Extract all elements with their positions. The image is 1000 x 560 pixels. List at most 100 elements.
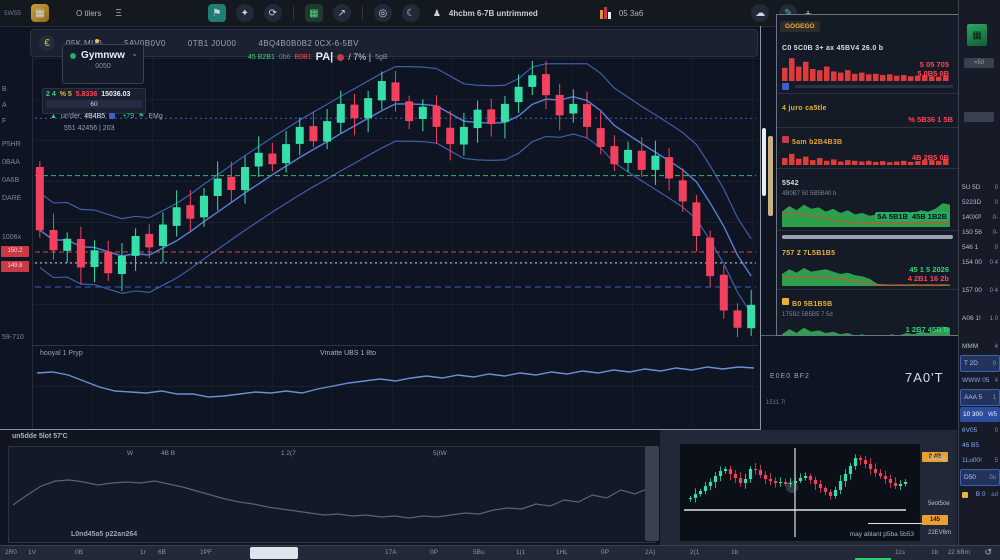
history-icon[interactable]: ↺ [984,547,992,558]
timeline-tick: 1b [931,549,938,556]
timeline-tick: 2(1 [690,549,699,556]
mini-chart-footer: may ablant p5ba 5b53 [850,531,914,538]
symbol-selector[interactable]: Gymnww 0050 ⌄ [62,44,144,84]
mini-body [809,476,812,480]
gutter-label: PO6tig [928,456,946,462]
mini-body [764,475,767,479]
watchlist-card[interactable]: B0 5B1B5B1T5B2 5B5B5 7 5d1 2B7 45B B4 5B… [777,290,958,336]
quote-value: 2 4 [46,91,56,98]
timeline-tick: 11s [895,549,905,556]
ladder-row[interactable]: 1Lu00!5 [959,453,1000,468]
instrument-icon [782,136,789,143]
cloud-icon[interactable]: ☁ [751,4,769,22]
ladder-label: 157 00 [962,287,982,294]
instrument-caption: 1T5B2 5B5B5 7 5d [782,312,953,318]
flag-icon[interactable]: ⚑ [208,4,226,22]
trend-arrow-icon[interactable]: ↗ [333,4,351,22]
ladder-value: 0 4 [990,260,998,266]
card-title-row: C0 5C0B 3+ ax 45BV4 26.0 b [782,37,953,55]
mini-body [844,474,847,481]
mini-candle-chart[interactable]: may ablant p5ba 5b53 [680,444,920,541]
globe-icon[interactable]: ◎ [374,4,392,22]
ladder-row[interactable]: 5223D0 [959,195,1000,210]
mini-body [889,479,892,483]
menu-item-2[interactable]: 0TB1 J0U00 [188,39,236,48]
mini-body [724,469,727,471]
bottom-line-chart[interactable]: W4B B1 2(75(tWL0nd45a5 p22an264 [8,446,656,543]
ladder-row[interactable]: B 0ad [959,487,1000,502]
buy-tile-icon[interactable]: ▦ [967,24,987,46]
app-logo-icon[interactable]: ▦ [31,4,49,22]
sidebar-scrollbar[interactable] [762,128,766,196]
indicator-change: +79 [122,113,134,120]
broker-logo-icon[interactable]: € [39,35,55,51]
scrollbar-thumb[interactable] [250,547,298,559]
spark-bar [824,67,830,81]
ladder-row[interactable]: 154 000 4 [959,255,1000,270]
bottom-indicator-panel: un5dde 5lot 57'C W4B B1 2(75(tWL0nd45a5 … [0,430,660,545]
chevron-down-icon[interactable]: ⌄ [131,49,138,58]
watchlist-card[interactable]: 757 2 7L5B1B545 1 5 20264 2B1 16 2b [777,231,958,290]
card-slider-bar[interactable] [782,235,953,239]
candle-body [610,146,618,164]
ladder-row[interactable]: D500u [960,469,1000,486]
ladder-row[interactable]: WWW 054 [959,373,1000,388]
candle-body [392,82,400,101]
spark-bar [803,62,809,81]
watchlist-card[interactable]: 55424B0B7 50 5B5B40 b5A 5B1B45B 1B2B [777,169,958,231]
watchlist-card[interactable]: 4 juro ca5tle% 5B36 1 5B [777,94,958,128]
ladder-row[interactable]: 10 300W5 [960,407,1000,422]
menu-icon[interactable]: Ξ [115,8,122,19]
market-open-dot [70,53,76,59]
panel-resize-handle[interactable] [645,446,659,541]
ladder-row[interactable]: 546 10 [959,240,1000,255]
watchlist-card[interactable]: C0 5C0B 3+ ax 45BV4 26.0 b5 05 7055 0B5 … [777,34,958,94]
spark-bar [810,160,816,165]
sparkline: 5A 5B1B45B 1B2B [782,199,953,227]
ladder-row[interactable]: 46 B5 [959,438,1000,453]
candle-body [77,239,85,267]
candles-icon[interactable] [600,7,611,19]
ladder-row[interactable]: 140XP0- [959,210,1000,225]
ladder-row[interactable]: T 2D0 [960,355,1000,372]
sidebar-scrollbar-secondary[interactable] [768,136,773,216]
pane-divider[interactable] [33,345,758,346]
refresh-icon[interactable]: ⟳ [264,4,282,22]
ladder-row[interactable]: A06 1!1 0 [959,311,1000,326]
blue-square-icon[interactable] [109,113,115,119]
timer-label: O tilers [76,9,101,18]
sparkline: 4B 2B5 0B [782,151,953,165]
indicator-legend-1[interactable]: ▲ un'der 4B4B5 +79 ⚑ EMg [50,112,163,120]
ohlc-legend: 45 B2B1 0b6 B0B1 PA| / 7% | 5gB [248,51,388,63]
chart-icon[interactable]: ▦ [305,4,323,22]
ladder-row[interactable]: 5U 5D0 [959,180,1000,195]
status-note: 22 6Bm [948,549,970,556]
watchlist-card[interactable]: 5am b2B4B3B4B 2B5 0B [777,128,958,169]
blue-badge-icon[interactable] [782,83,789,90]
user-pin-icon[interactable]: ♟ [433,8,441,19]
watchlist-tab[interactable]: GOGEGO [780,21,820,32]
instrument-name: 5542 [782,180,799,187]
indicator-legend-2[interactable]: 551 42456 | 203 [64,125,114,132]
menu-item-3[interactable]: 4BQ4B0B0B2 0CX-6-5BV [258,39,359,48]
ladder-button-1[interactable]: =50 [964,58,994,68]
ladder-row[interactable]: MMM4 [959,339,1000,354]
timeline-tick: 6B [158,549,166,556]
time-tick: 1 2(7 [281,450,296,457]
moon-icon[interactable]: ☾ [402,4,420,22]
ladder-row[interactable]: 150 560- [959,225,1000,240]
left-price-axis[interactable] [0,56,33,430]
oscillator-pane[interactable] [33,347,758,427]
ladder-button-2[interactable] [964,112,994,122]
ladder-row[interactable]: 157 000 4 [959,283,1000,298]
bird-icon[interactable]: ✦ [236,4,254,22]
ladder-label: 5223D [962,199,981,206]
axis-price-label: P5HR [2,141,21,148]
ladder-row[interactable]: AAA 51 [960,389,1000,406]
flag-badge-icon [962,492,968,498]
moving-average [40,97,751,276]
price-value: 5A 5B1B [875,212,910,221]
indicator-params: 551 42456 | 203 [64,125,114,132]
spark-bar [880,75,886,81]
ladder-row[interactable]: 6V050 [959,423,1000,438]
